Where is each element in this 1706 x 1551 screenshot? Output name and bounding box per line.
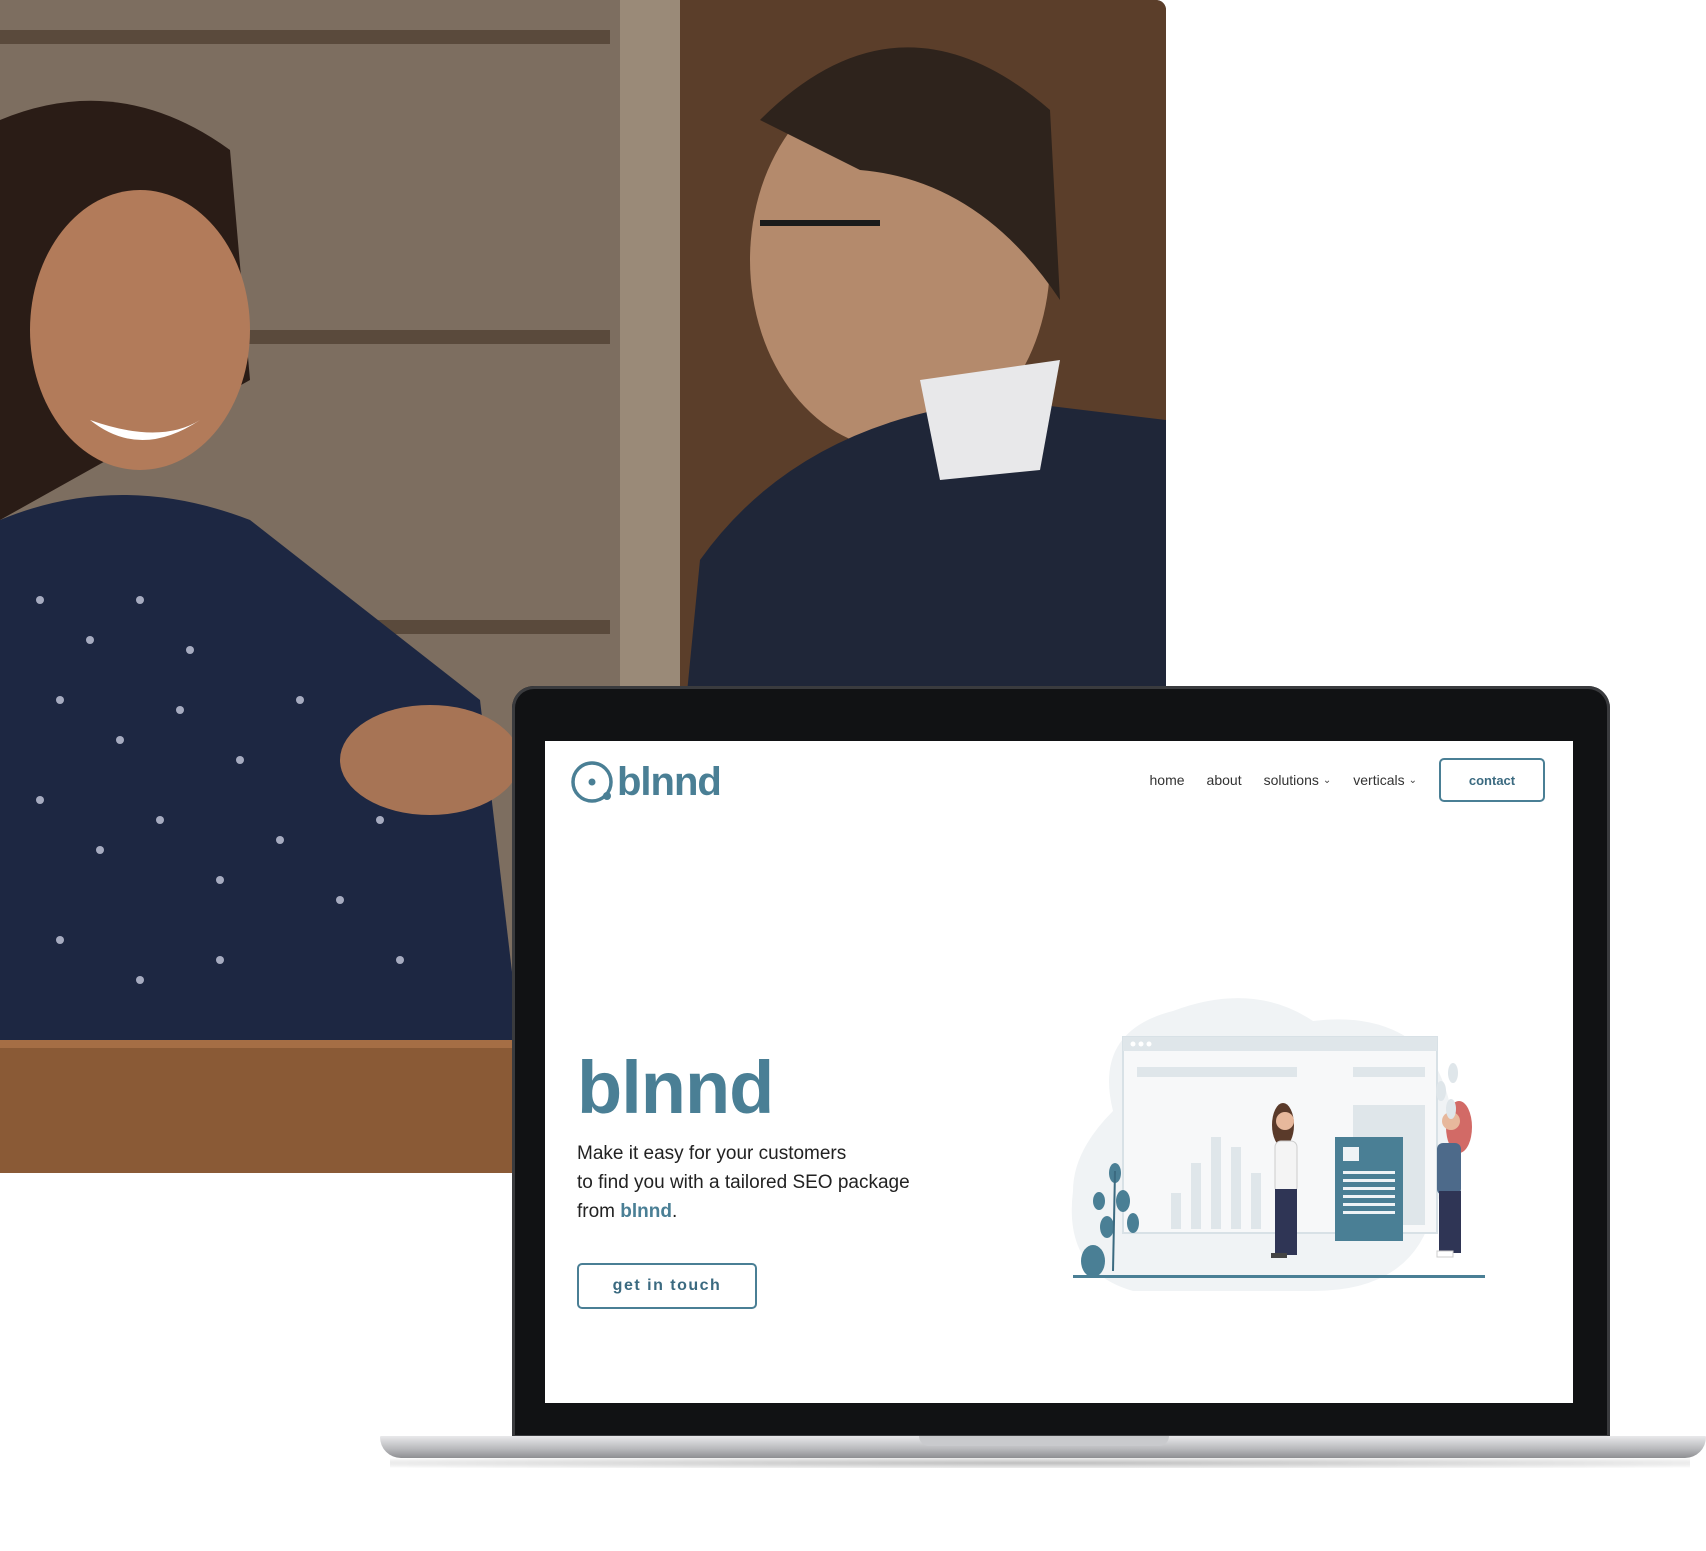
chevron-down-icon: ⌄ xyxy=(1322,774,1332,786)
seo-illustration xyxy=(1071,998,1485,1291)
site-logo[interactable]: blnnd xyxy=(569,759,722,805)
hero-line-1: Make it easy for your customers xyxy=(577,1143,847,1164)
hero-description: Make it easy for your customers to find … xyxy=(577,1139,910,1226)
contact-button[interactable]: contact xyxy=(1439,758,1545,802)
nav-home[interactable]: home xyxy=(1150,772,1185,788)
main-nav: home about solutions ⌄ verticals ⌄ contact xyxy=(1128,758,1545,802)
nav-about[interactable]: about xyxy=(1207,772,1242,788)
nav-solutions-label: solutions xyxy=(1263,772,1319,788)
hero-line-3: from blnnd. xyxy=(577,1197,910,1226)
chevron-down-icon: ⌄ xyxy=(1408,774,1417,786)
laptop-notch xyxy=(919,1436,1169,1446)
hero-line-3-prefix: from xyxy=(577,1201,621,1222)
hero-title: blnnd xyxy=(577,1046,774,1129)
laptop-shadow xyxy=(390,1458,1690,1468)
nav-home-label: home xyxy=(1149,772,1185,788)
hero-brand-text: blnnd xyxy=(620,1201,672,1222)
nav-verticals[interactable]: verticals ⌄ xyxy=(1353,772,1417,788)
laptop-screen: blnnd home about solutions ⌄ verticals ⌄ c… xyxy=(545,741,1573,1403)
nav-verticals-label: verticals xyxy=(1353,772,1405,788)
get-in-touch-button[interactable]: get in touch xyxy=(577,1263,757,1309)
logo-text: blnnd xyxy=(617,759,722,804)
nav-solutions[interactable]: solutions ⌄ xyxy=(1264,772,1332,788)
nav-about-label: about xyxy=(1206,772,1242,788)
hero-line-3-suffix: . xyxy=(671,1201,678,1222)
hero-line-2: to find you with a tailored SEO package xyxy=(577,1172,910,1193)
blnnd-logo-mark-icon xyxy=(571,761,613,803)
